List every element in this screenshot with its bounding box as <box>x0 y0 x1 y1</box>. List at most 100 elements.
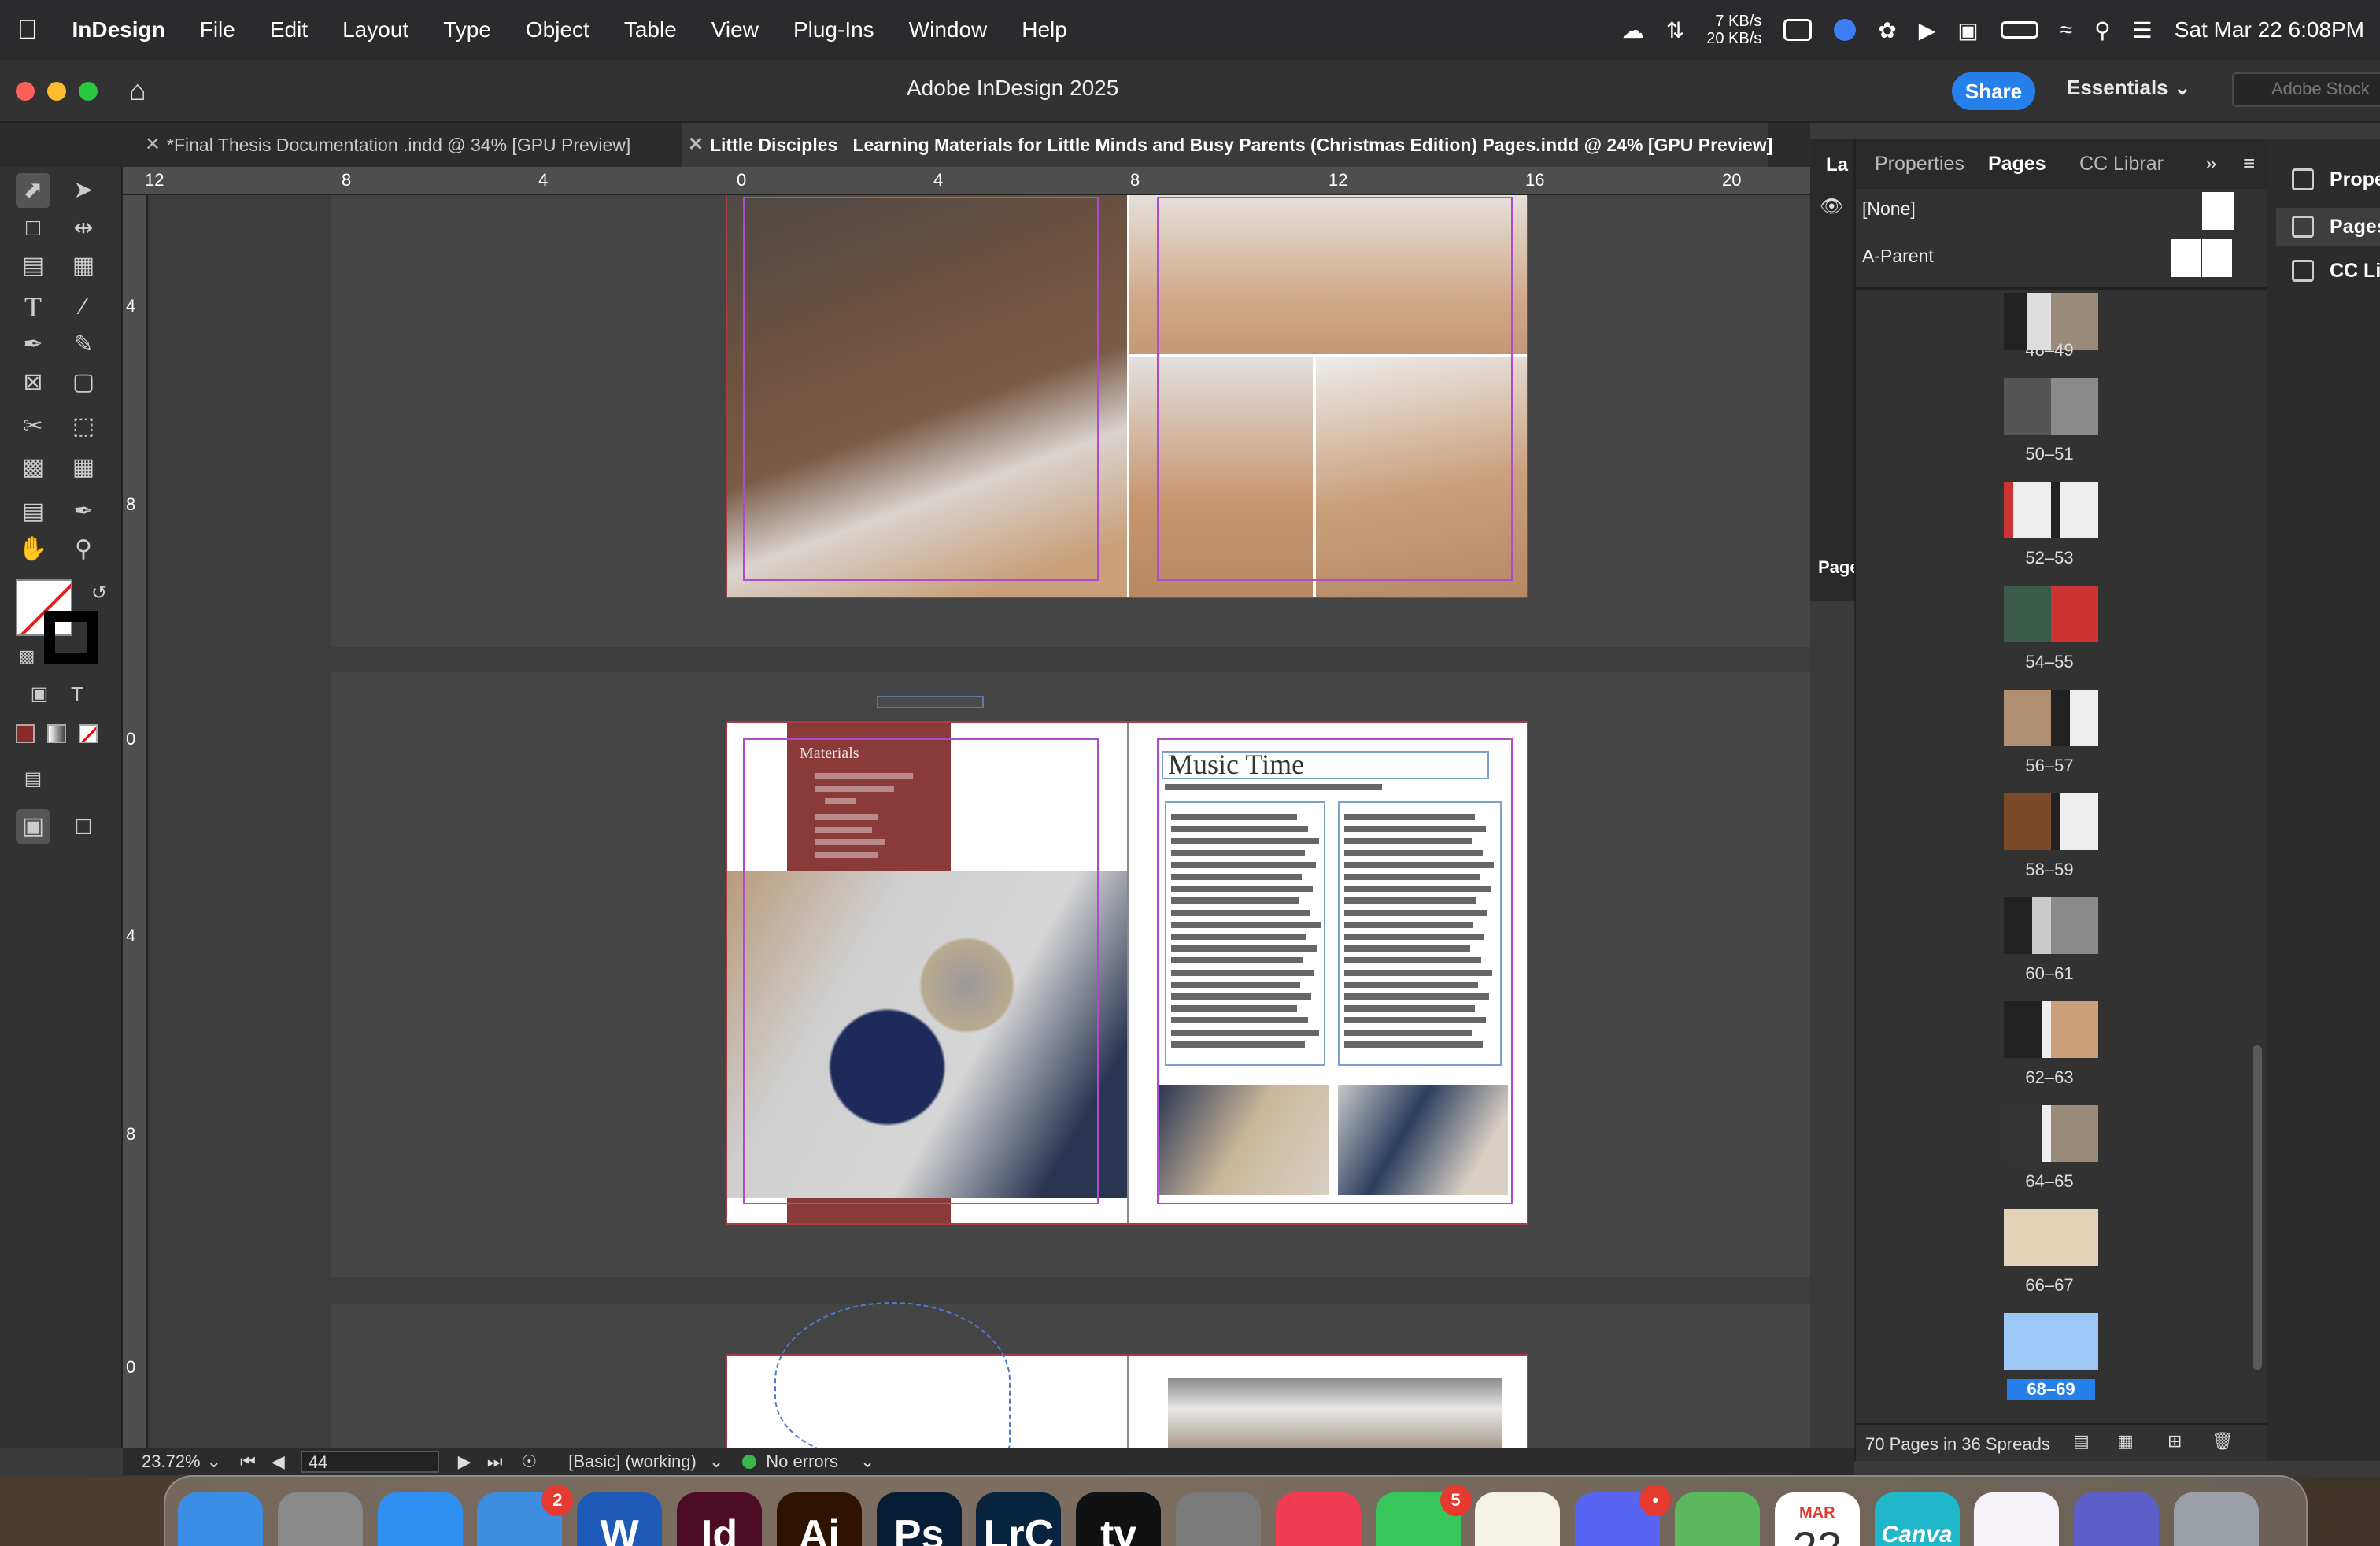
menu-table[interactable]: Table <box>607 17 694 43</box>
lightroom-classic-icon[interactable]: LrC <box>976 1492 1062 1546</box>
spread-thumb[interactable] <box>2004 897 2098 954</box>
control-center-icon[interactable]: ☰ <box>2133 17 2153 43</box>
spread-thumb[interactable] <box>2004 586 2098 642</box>
adobe-stock-search[interactable]: Adobe Stock <box>2232 72 2380 107</box>
eyedropper-tool-icon[interactable]: ✒ <box>66 494 101 529</box>
close-tab-icon[interactable]: ✕ <box>145 123 161 167</box>
workspace-switcher[interactable]: Essentials ⌄ <box>2067 76 2191 100</box>
tab-pages[interactable]: Pages <box>1988 153 2046 176</box>
first-page-icon[interactable]: ⏮ <box>240 1452 256 1472</box>
document-canvas[interactable]: Materials Music Time <box>150 195 1810 1448</box>
battery-icon[interactable] <box>2000 21 2038 39</box>
formatting-text-icon[interactable]: T <box>60 677 94 712</box>
pen-tool-icon[interactable]: ✒ <box>16 327 50 362</box>
normal-mode-icon[interactable]: ▣ <box>16 809 50 844</box>
apply-color-icon[interactable] <box>16 724 35 743</box>
indesign-icon[interactable]: Id <box>677 1492 762 1546</box>
canva-icon[interactable]: Canva <box>1874 1492 1960 1546</box>
menu-help[interactable]: Help <box>1004 17 1085 43</box>
messages-icon[interactable]: 5 <box>1375 1485 1472 1546</box>
copilot-icon[interactable] <box>1974 1492 2060 1546</box>
menu-object[interactable]: Object <box>508 17 607 43</box>
new-page-icon[interactable]: ⊞ <box>2168 1431 2182 1452</box>
teams-icon[interactable] <box>2074 1492 2160 1546</box>
apple-tv-icon[interactable]: tv <box>1076 1492 1162 1546</box>
safari-icon[interactable] <box>377 1492 463 1546</box>
eye-icon[interactable]: 👁 <box>1820 195 1843 218</box>
pages-scrollbar[interactable] <box>2252 1045 2262 1370</box>
page-tool-icon[interactable]: □ <box>16 211 50 246</box>
menu-file[interactable]: File <box>183 17 253 43</box>
more-tabs-icon[interactable]: » <box>2205 151 2216 176</box>
preview-mode-icon[interactable]: □ <box>66 809 101 844</box>
apple-icon[interactable]:  <box>0 15 55 46</box>
leaf-icon[interactable]: ✿ <box>1878 17 1896 43</box>
spread-options-icon[interactable]: ▦ <box>2117 1431 2134 1452</box>
formatting-container-icon[interactable]: ▣ <box>22 677 57 712</box>
trash-icon[interactable] <box>2174 1492 2259 1546</box>
spread-thumb[interactable] <box>2004 378 2098 435</box>
chevron-down-icon[interactable]: ⌄ <box>860 1452 874 1472</box>
tab-cc-libraries[interactable]: CC Librar <box>2079 153 2164 176</box>
preflight-profile[interactable]: [Basic] (working) <box>568 1452 697 1472</box>
menu-app[interactable]: InDesign <box>55 17 183 43</box>
content-placer-icon[interactable]: ▦ <box>66 249 101 283</box>
spread-thumb[interactable] <box>2004 793 2098 850</box>
stroke-swatch[interactable] <box>44 611 98 664</box>
type-tool-icon[interactable]: T <box>16 290 50 324</box>
preflight-errors[interactable]: No errors <box>766 1452 838 1472</box>
clock[interactable]: Sat Mar 22 6:08PM <box>2175 17 2364 43</box>
floral-illustration[interactable] <box>774 1302 1011 1448</box>
note-tool-icon[interactable]: ▤ <box>16 494 50 529</box>
spread-thumb[interactable] <box>2004 1001 2098 1058</box>
hand-tool-icon[interactable]: ✋ <box>16 532 50 567</box>
menu-view[interactable]: View <box>694 17 776 43</box>
master-a-parent[interactable]: A-Parent <box>1856 236 2268 283</box>
scissors-tool-icon[interactable]: ✂ <box>16 409 50 444</box>
trash-icon[interactable]: 🗑 <box>2212 1431 2234 1452</box>
spread-thumb[interactable] <box>2004 690 2098 746</box>
finder-icon[interactable] <box>178 1492 263 1546</box>
rectangle-frame-tool-icon[interactable]: ⊠ <box>16 365 50 400</box>
spotlight-search-icon[interactable]: ⚲ <box>2094 17 2111 43</box>
default-fill-stroke-icon[interactable]: ▩ <box>9 639 44 674</box>
spread-thumb[interactable] <box>2004 1105 2098 1162</box>
launchpad-icon[interactable] <box>277 1492 363 1546</box>
tab-little-disciples[interactable]: ✕ Little Disciples_ Learning Materials f… <box>682 123 1772 167</box>
layers-tab-label[interactable]: La <box>1826 154 1848 176</box>
menu-edit[interactable]: Edit <box>253 17 325 43</box>
chevron-down-icon[interactable]: ⌄ <box>207 1452 221 1472</box>
tab-properties[interactable]: Properties <box>1875 153 1964 176</box>
zoom-level[interactable]: 23.72% <box>142 1452 201 1472</box>
page-number-field[interactable]: 44 <box>300 1451 439 1473</box>
illustrator-icon[interactable]: Ai <box>776 1492 862 1546</box>
last-page-icon[interactable]: ⏭ <box>487 1452 503 1472</box>
music-icon[interactable] <box>1275 1492 1361 1546</box>
gradient-feather-tool-icon[interactable]: ▦ <box>66 450 101 485</box>
teams-status-icon[interactable]: ▣ <box>1957 17 1978 43</box>
next-page-icon[interactable]: ▶ <box>458 1452 471 1472</box>
spread-thumb[interactable] <box>2004 482 2098 538</box>
menu-plugins[interactable]: Plug-Ins <box>776 17 892 43</box>
photo-pie-tin[interactable] <box>1168 1378 1502 1448</box>
control-dot-icon[interactable] <box>1834 19 1857 41</box>
layers-panel-stub[interactable]: La 👁 Page <box>1810 139 1860 601</box>
side-pages[interactable]: Pages <box>2276 208 2380 246</box>
tab-final-thesis[interactable]: ✕ *Final Thesis Documentation .indd @ 34… <box>139 123 658 167</box>
spreads-list[interactable]: 48–49 50–51 52–53 54–55 56–57 58–59 60–6… <box>1856 290 2249 1407</box>
zoom-window-button[interactable] <box>79 82 98 101</box>
side-cc-libraries[interactable]: CC Libraries <box>2276 252 2380 290</box>
vertical-ruler[interactable]: 4 8 0 4 8 0 <box>123 195 148 1448</box>
mail-icon[interactable]: 2 <box>477 1485 574 1546</box>
discord-icon[interactable]: • <box>1575 1485 1672 1546</box>
menu-layout[interactable]: Layout <box>325 17 426 43</box>
direct-selection-tool-icon[interactable]: ➤ <box>66 173 101 208</box>
word-icon[interactable]: W <box>577 1492 663 1546</box>
side-properties[interactable]: Properties <box>2276 161 2380 198</box>
close-window-button[interactable] <box>16 82 35 101</box>
zoom-tool-icon[interactable]: ⚲ <box>66 532 101 567</box>
previous-page-icon[interactable]: ◀ <box>272 1452 285 1472</box>
arrange-documents-icon[interactable]: ▤ <box>16 762 50 797</box>
free-transform-tool-icon[interactable]: ⬚ <box>66 409 101 444</box>
spread-next[interactable] <box>726 1302 1528 1448</box>
